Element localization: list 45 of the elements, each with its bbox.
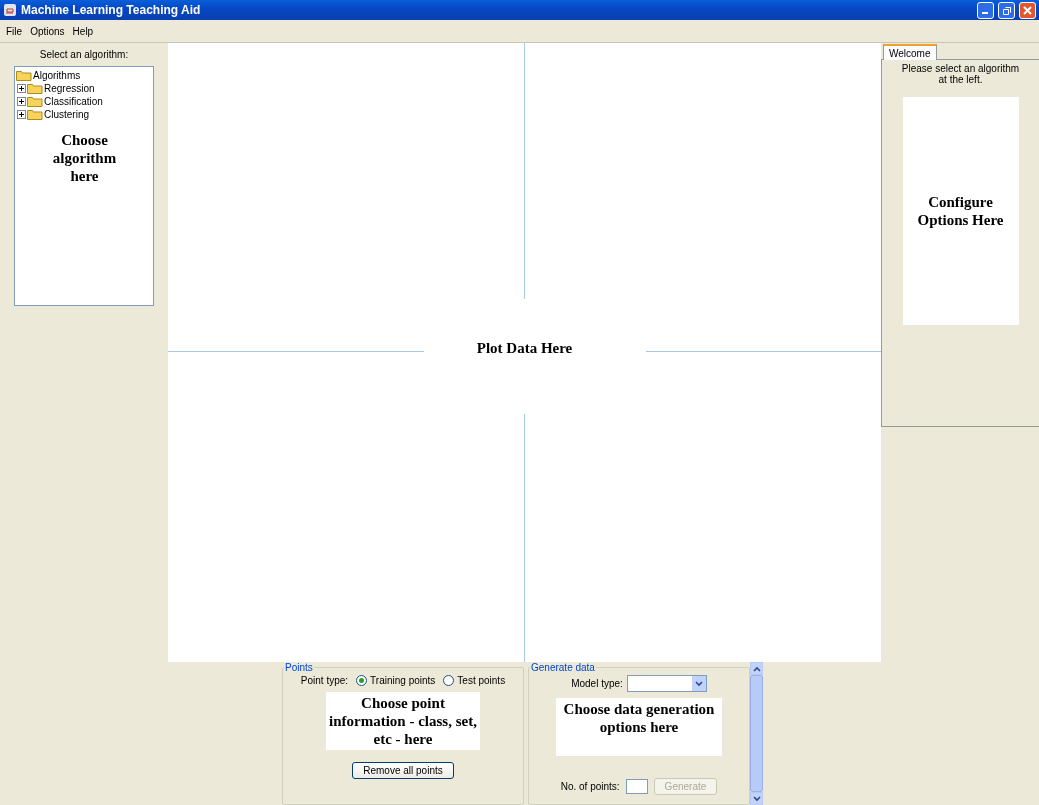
- window-title: Machine Learning Teaching Aid: [21, 3, 202, 17]
- folder-icon: [27, 83, 43, 94]
- welcome-message: Please select an algorithm at the left.: [901, 63, 1020, 85]
- expand-icon[interactable]: [17, 110, 26, 119]
- radio-option[interactable]: Test points: [443, 675, 506, 686]
- restore-icon: [1002, 5, 1011, 15]
- app-icon: [3, 3, 17, 17]
- menu-item[interactable]: Options: [26, 25, 69, 37]
- menu-item[interactable]: File: [2, 25, 27, 37]
- group-title: Generate data: [530, 662, 596, 673]
- placeholder-note: Plot Data Here: [475, 338, 574, 357]
- radio-icon[interactable]: [356, 675, 368, 686]
- placeholder-note: Choose data generation options here: [562, 700, 716, 736]
- restore-button[interactable]: [998, 1, 1015, 19]
- group-title: Points: [284, 662, 314, 673]
- tree-item[interactable]: Algorithms: [33, 70, 81, 81]
- field-label: Model type:: [571, 678, 623, 689]
- radio-option[interactable]: Training points: [356, 675, 436, 686]
- radio-label: Test points: [457, 675, 506, 686]
- placeholder-note: Configure Options Here: [916, 193, 1005, 229]
- model-type-dropdown[interactable]: [626, 675, 707, 692]
- tab[interactable]: Welcome: [883, 44, 937, 60]
- scroll-bar[interactable]: [750, 662, 763, 805]
- placeholder-note: Choose point information - class, set, etc - here: [328, 694, 478, 748]
- field-label: Point type:: [300, 675, 349, 686]
- tree-item[interactable]: Classification: [44, 96, 103, 107]
- tree-item[interactable]: Regression: [44, 83, 95, 94]
- remove-points-button[interactable]: Remove all points: [352, 762, 454, 779]
- folder-icon: [16, 70, 32, 81]
- radio-label: Training points: [370, 675, 436, 686]
- placeholder-note: Choose algorithm here: [51, 131, 118, 185]
- menu-item[interactable]: Help: [68, 25, 98, 37]
- folder-icon: [27, 96, 43, 107]
- minimize-button[interactable]: [977, 1, 994, 19]
- expand-icon[interactable]: [17, 84, 26, 93]
- points-count-field[interactable]: [625, 779, 648, 794]
- panel-label: Select an algorithm:: [39, 49, 129, 60]
- expand-icon[interactable]: [17, 97, 26, 106]
- radio-icon[interactable]: [443, 675, 455, 686]
- folder-icon: [27, 109, 43, 120]
- close-icon: [1023, 5, 1032, 15]
- tree-item[interactable]: Clustering: [44, 109, 90, 120]
- minimize-icon: [981, 12, 988, 14]
- field-label: No. of points:: [560, 781, 620, 792]
- close-button[interactable]: [1019, 1, 1036, 19]
